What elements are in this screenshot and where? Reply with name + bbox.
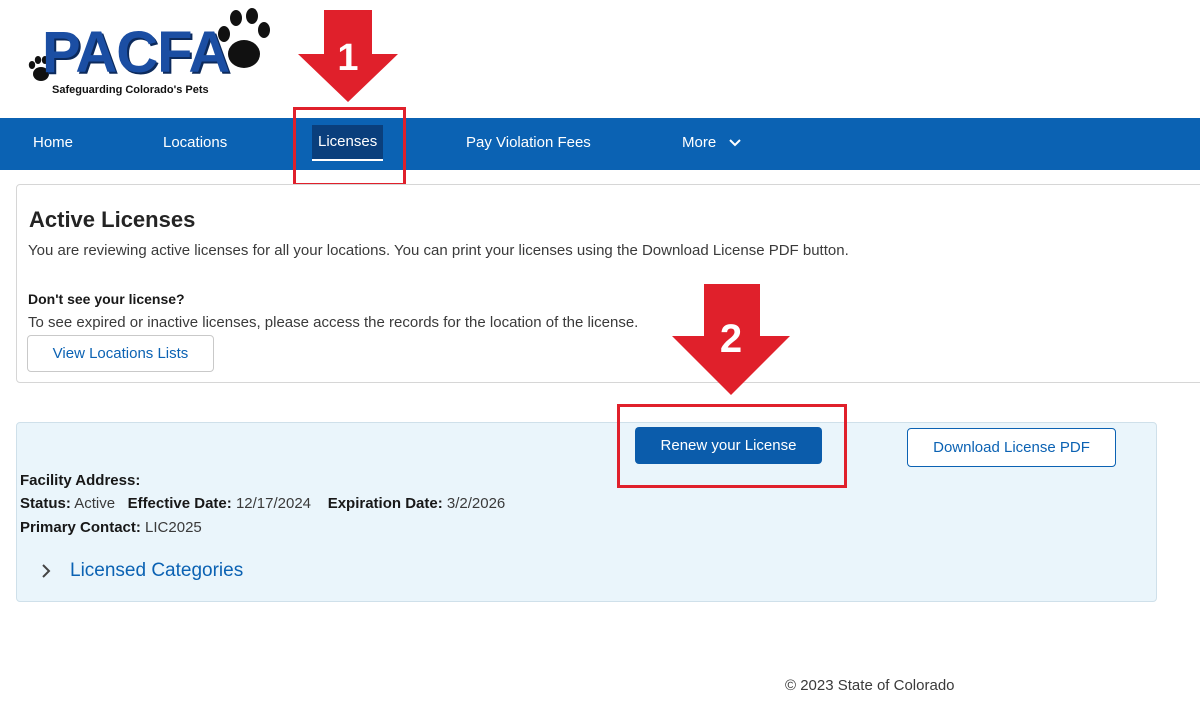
pacfa-logo[interactable]: PACFA Safeguarding Colorado's Pets [24, 4, 274, 96]
annotation-highlight-box-1 [293, 107, 406, 186]
primary-contact-value: LIC2025 [145, 519, 202, 536]
main-nav: Home Locations Licenses Pay Violation Fe… [0, 118, 1200, 170]
effective-date-value: 12/17/2024 [235, 495, 312, 512]
chevron-down-icon [729, 139, 742, 147]
nav-item-more[interactable]: More [682, 118, 742, 170]
active-licenses-card: Active Licenses You are reviewing active… [16, 184, 1200, 383]
annotation-arrow-1: 1 [298, 10, 398, 102]
expiration-date-label: Expiration Date: [327, 495, 443, 512]
nav-item-locations[interactable]: Locations [163, 118, 227, 170]
licensed-categories-label: Licensed Categories [70, 560, 244, 581]
annotation-arrow-2: 2 [672, 284, 790, 395]
missing-license-heading: Don't see your license? [28, 291, 185, 307]
annotation-step-1-label: 1 [337, 37, 358, 79]
status-label: Status: [20, 495, 71, 512]
active-licenses-description: You are reviewing active licenses for al… [28, 242, 849, 259]
annotation-step-2-label: 2 [720, 317, 742, 361]
effective-date-label: Effective Date: [127, 495, 232, 512]
nav-item-more-label: More [682, 134, 717, 151]
chevron-right-icon [42, 564, 51, 578]
page-title: Active Licenses [29, 207, 196, 232]
logo-wordmark: PACFA [42, 20, 230, 85]
primary-contact-row: Primary Contact: LIC2025 [20, 519, 202, 536]
nav-item-pay-violation-fees[interactable]: Pay Violation Fees [466, 118, 591, 170]
status-value: Active [74, 495, 116, 512]
view-locations-button[interactable]: View Locations Lists [27, 335, 214, 372]
missing-license-text: To see expired or inactive licenses, ple… [28, 314, 639, 331]
nav-item-home[interactable]: Home [33, 118, 73, 170]
download-license-pdf-button[interactable]: Download License PDF [907, 428, 1116, 467]
primary-contact-label: Primary Contact: [20, 519, 141, 536]
license-status-row: Status: Active Effective Date: 12/17/202… [20, 495, 505, 512]
footer-copyright: © 2023 State of Colorado [785, 677, 955, 694]
expiration-date-value: 3/2/2026 [446, 495, 506, 512]
licensed-categories-toggle[interactable]: Licensed Categories [40, 556, 243, 586]
facility-address-label: Facility Address: [20, 472, 141, 489]
site-header: PACFA Safeguarding Colorado's Pets 1 [0, 0, 1200, 118]
annotation-highlight-box-2 [617, 404, 847, 488]
logo-tagline: Safeguarding Colorado's Pets [52, 84, 209, 96]
facility-address: Facility Address: [20, 472, 140, 489]
